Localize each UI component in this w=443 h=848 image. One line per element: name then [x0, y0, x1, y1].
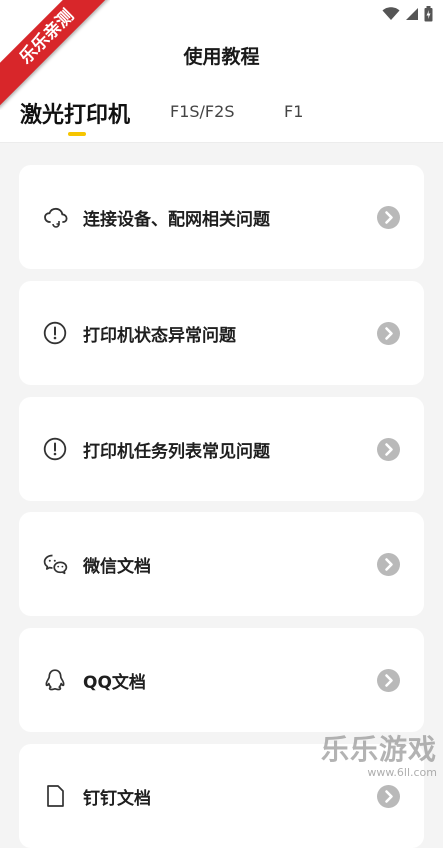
faq-card-qq-docs[interactable]: QQ文档	[19, 628, 424, 732]
watermark: 乐乐游戏 www.6ll.com	[321, 728, 437, 779]
qq-icon	[45, 669, 65, 691]
wifi-icon	[382, 7, 400, 20]
card-label: 微信文档	[83, 557, 151, 577]
faq-card-task-list[interactable]: 打印机任务列表常见问题	[19, 397, 424, 501]
card-label: 打印机任务列表常见问题	[83, 442, 270, 462]
document-icon	[47, 785, 64, 807]
card-label: QQ文档	[83, 673, 146, 693]
tab-f1s-f2s[interactable]: F1S/F2S	[170, 102, 234, 121]
cloud-sync-icon	[44, 207, 68, 228]
faq-card-wechat-docs[interactable]: 微信文档	[19, 512, 424, 616]
card-label: 连接设备、配网相关问题	[83, 210, 270, 230]
ribbon-text: 乐乐亲测	[0, 0, 110, 108]
card-label: 钉钉文档	[83, 789, 151, 809]
active-tab-indicator	[68, 132, 86, 136]
battery-icon	[424, 6, 433, 22]
chevron-right-icon	[377, 438, 400, 461]
watermark-text: 乐乐游戏	[320, 733, 437, 766]
chevron-right-icon	[377, 669, 400, 692]
card-label: 打印机状态异常问题	[83, 326, 236, 346]
corner-ribbon: 乐乐亲测	[0, 0, 110, 110]
wechat-icon	[43, 554, 68, 575]
faq-card-printer-status[interactable]: 打印机状态异常问题	[19, 281, 424, 385]
tab-f1[interactable]: F1	[284, 102, 303, 121]
chevron-right-icon	[377, 322, 400, 345]
status-icons	[382, 6, 433, 22]
chevron-right-icon	[377, 785, 400, 808]
faq-card-connection[interactable]: 连接设备、配网相关问题	[19, 165, 424, 269]
signal-icon	[406, 8, 418, 20]
chevron-right-icon	[377, 553, 400, 576]
alert-circle-icon	[43, 321, 67, 345]
watermark-url: www.6ll.com	[367, 766, 437, 779]
alert-circle-icon	[43, 437, 67, 461]
chevron-right-icon	[377, 206, 400, 229]
